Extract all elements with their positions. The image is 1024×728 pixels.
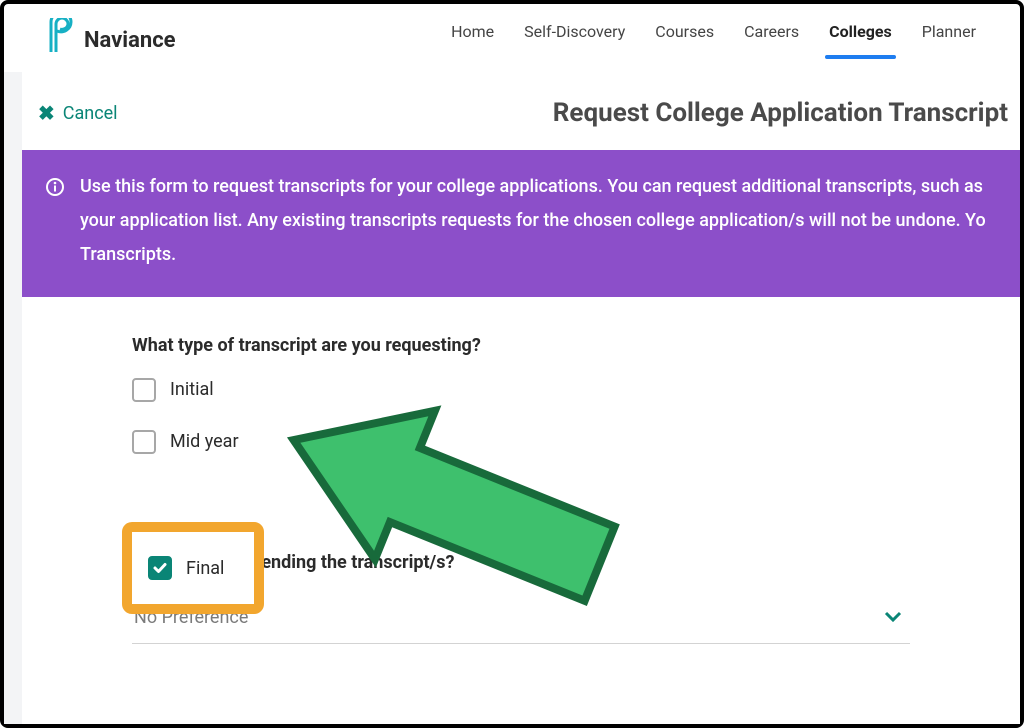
checkbox-final[interactable]: Final (148, 556, 224, 580)
cancel-button[interactable]: ✖ Cancel (38, 101, 118, 125)
brand-name: Naviance (84, 28, 176, 53)
checkbox-label-final: Final (186, 558, 224, 579)
chevron-down-icon (882, 605, 904, 631)
question-transcript-type: What type of transcript are you requesti… (132, 335, 910, 356)
checkbox-initial[interactable]: Initial (132, 378, 910, 402)
checkbox-icon (132, 378, 156, 402)
checkbox-icon-checked (148, 556, 172, 580)
banner-text: Use this form to request transcripts for… (80, 170, 986, 273)
nav-items: Home Self-Discovery Courses Careers Coll… (451, 22, 976, 59)
checkbox-mid-year[interactable]: Mid year (132, 430, 910, 454)
banner-line1: Use this form to request transcripts for… (80, 170, 986, 204)
page-card: ✖ Cancel Request College Application Tra… (22, 72, 1020, 724)
nav-self-discovery[interactable]: Self-Discovery (524, 22, 625, 59)
checkbox-icon (132, 430, 156, 454)
cancel-label: Cancel (63, 103, 118, 124)
nav-colleges[interactable]: Colleges (829, 22, 892, 59)
highlight-annotation: Final (122, 522, 264, 614)
info-banner: Use this form to request transcripts for… (22, 150, 1020, 297)
nav-courses[interactable]: Courses (655, 22, 714, 59)
close-icon: ✖ (38, 101, 55, 125)
nav-home[interactable]: Home (451, 22, 494, 59)
page-title: Request College Application Transcript (553, 98, 1020, 128)
content-area: ✖ Cancel Request College Application Tra… (4, 72, 1020, 724)
nav-planner[interactable]: Planner (922, 22, 976, 59)
checkbox-label-initial: Initial (170, 379, 214, 400)
nav-careers[interactable]: Careers (744, 22, 799, 59)
card-header: ✖ Cancel Request College Application Tra… (22, 98, 1020, 150)
banner-line2: your application list. Any existing tran… (80, 204, 986, 238)
banner-line3: Transcripts. (80, 238, 986, 272)
logo[interactable]: Naviance (48, 18, 176, 62)
checkbox-label-midyear: Mid year (170, 431, 239, 452)
logo-icon (48, 18, 76, 62)
info-icon (46, 170, 64, 273)
top-nav: Naviance Home Self-Discovery Courses Car… (4, 4, 1020, 72)
